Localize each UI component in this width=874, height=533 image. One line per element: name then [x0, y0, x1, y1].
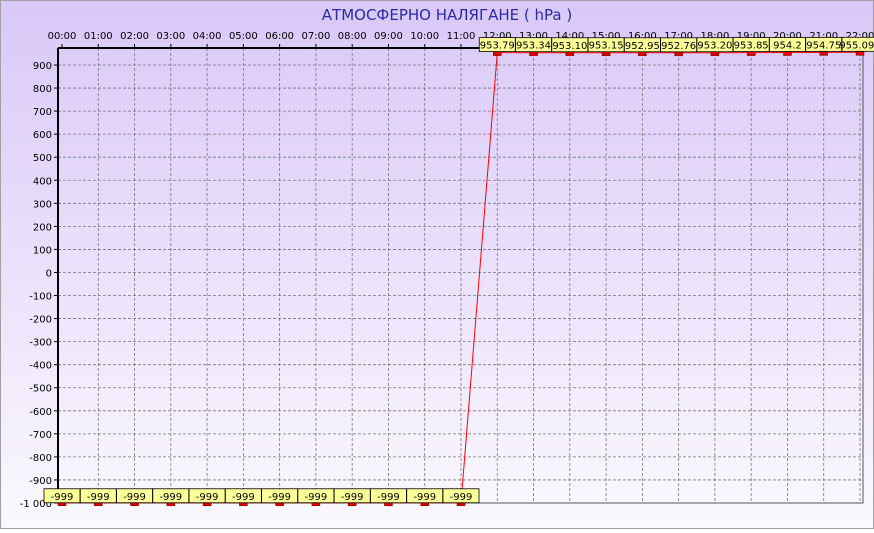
x-tick-label: 06:00 [265, 31, 294, 42]
chart-title: АТМОСФЕРНО НАЛЯГАНЕ ( hPa ) [322, 6, 572, 24]
y-tick-label: 400 [33, 176, 52, 187]
y-tick-label: 300 [33, 199, 52, 210]
y-tick-label: 0 [46, 268, 52, 279]
data-label: 953.79 [480, 41, 515, 52]
data-label: 953.34 [516, 41, 551, 52]
chart-svg: АТМОСФЕРНО НАЛЯГАНЕ ( hPa ) 00:00 01:00 02… [0, 0, 874, 529]
x-tick-label: 01:00 [84, 31, 113, 42]
x-tick-label: 00:00 [48, 31, 77, 42]
x-tick-label: 04:00 [193, 31, 222, 42]
data-label: 954.75 [806, 40, 841, 51]
data-label: -999 [268, 492, 291, 503]
y-tick-label: 500 [33, 153, 52, 164]
chart-background [0, 0, 874, 529]
x-tick-label: 03:00 [156, 31, 185, 42]
data-label: 955.094 [839, 40, 874, 51]
pressure-chart: АТМОСФЕРНО НАЛЯГАНЕ ( hPa ) 00:00 01:00 02… [0, 0, 874, 529]
data-label: -999 [413, 492, 436, 503]
data-label: -999 [377, 492, 400, 503]
data-label: -999 [51, 492, 74, 503]
y-tick-label: -900 [29, 476, 52, 487]
data-label: -999 [196, 492, 219, 503]
data-label: -999 [87, 492, 110, 503]
x-tick-label: 08:00 [338, 31, 367, 42]
y-tick-label: -300 [29, 338, 52, 349]
data-label: -999 [159, 492, 182, 503]
data-label: 953.15 [589, 41, 624, 52]
x-tick-label: 07:00 [301, 31, 330, 42]
y-tick-label: 100 [33, 245, 52, 256]
y-tick-label: -100 [29, 292, 52, 303]
data-label: 953.20 [697, 41, 732, 52]
y-tick-label: -700 [29, 430, 52, 441]
data-label: 953.85 [734, 41, 769, 52]
y-tick-label: -500 [29, 384, 52, 395]
y-tick-label: -600 [29, 407, 52, 418]
y-tick-label: 900 [33, 61, 52, 72]
data-label: -999 [341, 492, 364, 503]
y-tick-label: -400 [29, 361, 52, 372]
x-tick-label: 02:00 [120, 31, 149, 42]
y-tick-label: 600 [33, 130, 52, 141]
data-label: 952.95 [625, 41, 660, 52]
data-label: -999 [305, 492, 328, 503]
x-tick-label: 10:00 [410, 31, 439, 42]
x-tick-label: 05:00 [229, 31, 258, 42]
data-label: 952.76 [661, 41, 696, 52]
data-label: 954.2 [773, 41, 802, 52]
y-tick-label: 800 [33, 84, 52, 95]
data-label: -999 [232, 492, 255, 503]
y-tick-label: -200 [29, 315, 52, 326]
y-tick-label: -800 [29, 453, 52, 464]
y-tick-label: 700 [33, 107, 52, 118]
x-tick-label: 09:00 [374, 31, 403, 42]
x-tick-label: 11:00 [447, 31, 476, 42]
y-tick-label: 200 [33, 222, 52, 233]
data-label: -999 [123, 492, 146, 503]
data-label: 953.10 [552, 41, 587, 52]
data-label: -999 [450, 492, 473, 503]
